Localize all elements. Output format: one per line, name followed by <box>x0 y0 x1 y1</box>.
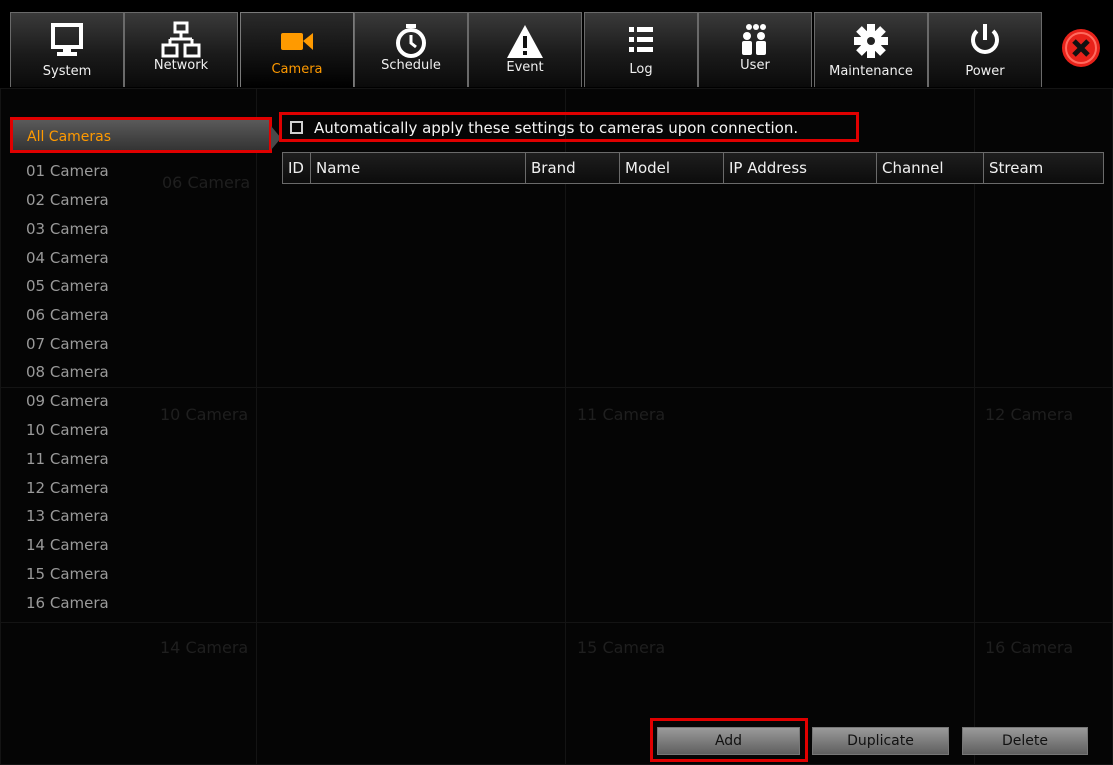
sidebar-item-camera[interactable]: 01 Camera <box>26 162 109 180</box>
tab-label: Power <box>965 64 1005 79</box>
sidebar-item-camera[interactable]: 08 Camera <box>26 363 109 381</box>
delete-button[interactable]: Delete <box>962 727 1088 755</box>
grid-cell <box>256 387 566 623</box>
tab-label: Camera <box>271 62 323 77</box>
ghost-camera-label: 12 Camera <box>985 405 1074 424</box>
tab-label: Log <box>629 62 653 77</box>
list-icon <box>629 27 653 52</box>
close-icon[interactable] <box>1061 28 1101 68</box>
warning-icon <box>507 25 543 58</box>
column-header-name[interactable]: Name <box>311 153 526 183</box>
sidebar-item-label: All Cameras <box>27 129 112 145</box>
power-icon <box>971 24 999 54</box>
tab-label: System <box>42 64 92 79</box>
tab-event[interactable]: Event <box>468 12 582 87</box>
tab-schedule[interactable]: Schedule <box>354 12 468 87</box>
sidebar-item-camera[interactable]: 11 Camera <box>26 450 109 468</box>
tab-label: Network <box>153 58 209 73</box>
ghost-camera-label: 14 Camera <box>160 638 249 657</box>
column-header-brand[interactable]: Brand <box>526 153 620 183</box>
gear-icon <box>854 24 888 58</box>
tab-label: Event <box>506 60 544 75</box>
tab-user[interactable]: User <box>698 12 812 87</box>
sidebar-item-camera[interactable]: 04 Camera <box>26 249 109 267</box>
sidebar-item-camera[interactable]: 05 Camera <box>26 277 109 295</box>
tab-power[interactable]: Power <box>928 12 1042 87</box>
auto-apply-label: Automatically apply these settings to ca… <box>314 119 799 137</box>
sidebar-item-camera[interactable]: 12 Camera <box>26 479 109 497</box>
ghost-camera-label: 11 Camera <box>577 405 666 424</box>
column-header-ip-address[interactable]: IP Address <box>724 153 877 183</box>
camera-table: ID Name Brand Model IP Address Channel S… <box>282 152 1104 184</box>
column-header-channel[interactable]: Channel <box>877 153 984 183</box>
camera-grid-background: 06 Camera 10 Camera 11 Camera 12 Camera … <box>0 88 1113 765</box>
ghost-camera-label: 10 Camera <box>160 405 249 424</box>
grid-cell <box>256 622 566 765</box>
tab-label: User <box>740 58 770 73</box>
column-header-stream[interactable]: Stream <box>984 153 1103 183</box>
tab-system[interactable]: System <box>10 12 124 87</box>
ghost-camera-label: 06 Camera <box>162 173 251 192</box>
sidebar-item-camera[interactable]: 13 Camera <box>26 507 109 525</box>
clock-icon <box>396 24 426 58</box>
sidebar-item-camera[interactable]: 15 Camera <box>26 565 109 583</box>
auto-apply-option: Automatically apply these settings to ca… <box>279 112 859 142</box>
sidebar-item-camera[interactable]: 06 Camera <box>26 306 109 324</box>
sidebar-item-camera[interactable]: 02 Camera <box>26 191 109 209</box>
monitor-icon <box>51 23 83 56</box>
users-icon <box>742 24 766 55</box>
tab-log[interactable]: Log <box>584 12 698 87</box>
add-button[interactable]: Add <box>657 727 800 755</box>
ghost-camera-label: 16 Camera <box>985 638 1074 657</box>
sidebar-item-all-cameras[interactable]: All Cameras <box>10 117 281 153</box>
column-header-model[interactable]: Model <box>620 153 724 183</box>
tab-label: Maintenance <box>829 64 913 79</box>
tab-camera[interactable]: Camera <box>240 12 354 87</box>
tab-label: Schedule <box>381 58 441 73</box>
sidebar-item-camera[interactable]: 03 Camera <box>26 220 109 238</box>
ghost-camera-label: 15 Camera <box>577 638 666 657</box>
grid-cell <box>974 88 1113 388</box>
column-header-id[interactable]: ID <box>283 153 311 183</box>
tab-maintenance[interactable]: Maintenance <box>814 12 928 87</box>
sidebar-item-camera[interactable]: 16 Camera <box>26 594 109 612</box>
duplicate-button[interactable]: Duplicate <box>812 727 949 755</box>
auto-apply-checkbox[interactable] <box>290 121 303 134</box>
main-toolbar: System Network Camera Schedule Event Log… <box>0 0 1113 88</box>
sidebar-item-camera[interactable]: 14 Camera <box>26 536 109 554</box>
camera-icon <box>281 33 313 50</box>
sidebar-item-camera[interactable]: 07 Camera <box>26 335 109 353</box>
sidebar-item-camera[interactable]: 09 Camera <box>26 392 109 410</box>
sidebar-item-camera[interactable]: 10 Camera <box>26 421 109 439</box>
network-icon <box>161 21 201 58</box>
tab-network[interactable]: Network <box>124 12 238 87</box>
